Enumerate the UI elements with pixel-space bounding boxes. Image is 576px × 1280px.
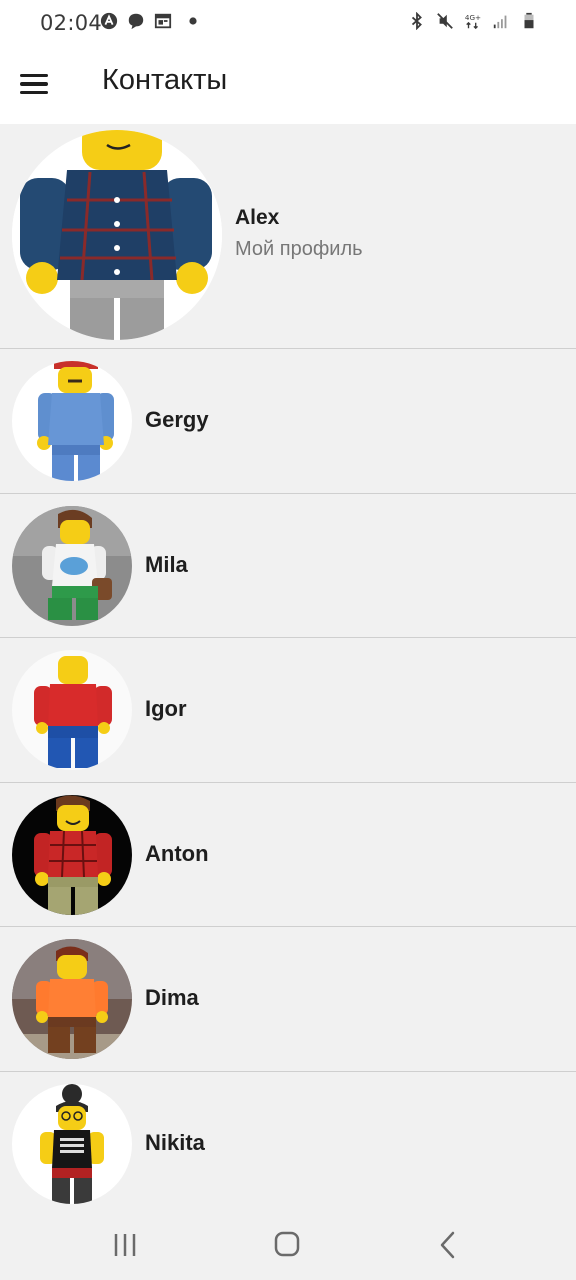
contact-name: Mila [145,551,188,577]
minifig-anton-image [12,794,132,915]
contact-name: Igor [145,696,187,721]
avatar [12,939,132,1059]
avatar [12,794,132,915]
contact-row[interactable]: Anton [0,783,576,927]
contact-row[interactable]: Igor [0,638,576,783]
chat-icon [128,13,144,30]
avatar [12,650,132,770]
minifig-mila-image [12,505,132,626]
signal-icon [493,15,507,29]
home-icon[interactable] [267,1228,307,1262]
back-icon[interactable] [428,1228,468,1262]
recent-apps-icon[interactable] [105,1228,145,1262]
contact-name: Nikita [145,1129,205,1155]
hamburger-menu-icon[interactable] [20,64,60,104]
avatar [12,505,132,626]
status-time: 02:04 [40,11,103,35]
contact-row[interactable]: Dima [0,927,576,1072]
app-notification-icon [100,12,118,30]
contacts-list: Alex Мой профиль Gergy Mila Igor Anton D… [0,124,576,1208]
my-profile-row[interactable]: Alex Мой профиль [0,124,576,349]
mute-icon [437,13,453,29]
bluetooth-icon [411,12,422,30]
contact-row[interactable]: Mila [0,494,576,638]
minifig-alex-image [12,130,222,340]
minifig-dima-image [12,939,132,1059]
avatar [12,361,132,481]
avatar [12,1083,132,1204]
status-left-icons [100,12,199,30]
minifig-igor-image [12,650,132,770]
battery-icon [524,12,534,29]
contact-row[interactable]: Nikita [0,1072,576,1209]
contact-name: Gergy [145,407,209,432]
page-title: Контакты [102,64,228,96]
app-bar: Контакты [0,50,576,124]
svg-text:4G+: 4G+ [465,13,481,22]
minifig-gergy-image [12,361,132,481]
status-right-icons: 4G+ [408,12,538,30]
contact-row[interactable]: Gergy [0,349,576,494]
minifig-nikita-image [12,1083,132,1204]
status-bar: 02:04 4G+ [0,0,576,50]
contact-name: Anton [145,840,209,866]
dot-icon [189,17,197,25]
navigation-bar [0,1208,576,1280]
profile-name: Alex [235,206,280,229]
network-4g-icon: 4G+ [465,13,481,30]
profile-subtitle: Мой профиль [235,238,363,260]
avatar [12,130,222,340]
contact-name: Dima [145,985,199,1010]
calendar-icon [154,13,172,29]
